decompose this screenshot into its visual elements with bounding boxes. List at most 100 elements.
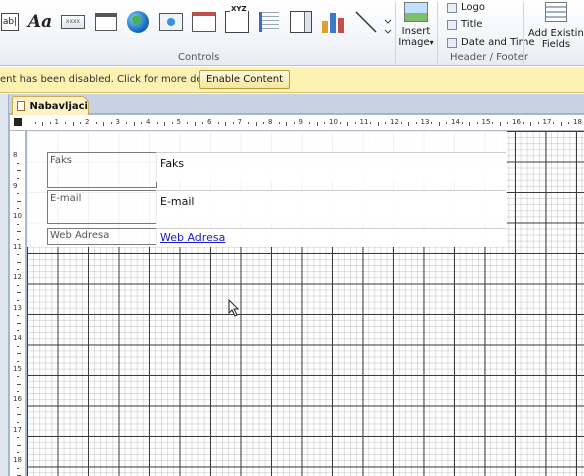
ruler-label: 18 [13, 456, 22, 464]
ruler-tick [17, 452, 19, 454]
title-label: Title [461, 19, 483, 30]
ruler-tick [431, 122, 433, 124]
web-adresa-link[interactable]: Web Adresa [160, 231, 225, 244]
add-existing-label-1: Add Existing [528, 28, 584, 39]
ruler-tick [232, 122, 234, 124]
label-icon: Aa [27, 12, 53, 32]
ruler-tick [17, 353, 21, 355]
ruler-label: 16 [512, 118, 521, 126]
ruler-tick [65, 122, 67, 124]
ruler-label: 13 [420, 118, 430, 126]
ruler-tick [126, 122, 128, 124]
ruler-tick [17, 170, 21, 172]
add-existing-fields-button[interactable]: Add Existing Fields [528, 2, 584, 50]
security-warning-bar: ent has been disabled. Click for more de… [0, 67, 584, 93]
ruler-tick [17, 322, 21, 324]
label-control-button[interactable]: Aa [26, 6, 54, 38]
ruler-label: 1 [54, 118, 59, 126]
navigation-pane-edge[interactable] [0, 94, 9, 476]
title-button[interactable]: Title [447, 19, 482, 30]
ruler-label: 10 [13, 212, 22, 220]
option-group-icon: XYZ [225, 5, 249, 33]
ruler-tick [17, 284, 19, 286]
ruler-label: 4 [146, 118, 151, 126]
textbox-control-button[interactable]: ab| [0, 6, 20, 38]
ruler-tick [309, 122, 311, 124]
horizontal-ruler[interactable]: 1 2 3 4 5 6 7 8 9 10 11 12 13 14 15 16 17 18 [10, 115, 584, 131]
ribbon: ab| Aa xxxx XYZ Controls Insert Image▾ L… [0, 0, 584, 66]
option-group-button[interactable]: XYZ [222, 5, 252, 38]
chart-control-button[interactable] [319, 6, 349, 38]
ruler-tick [17, 292, 21, 294]
logo-button[interactable]: Logo [447, 2, 485, 13]
vertical-ruler[interactable]: 8 9 10 11 12 13 14 15 16 17 18 [10, 131, 26, 476]
document-tab-nabavljaci[interactable]: Nabavljaci [12, 96, 89, 115]
form-selector[interactable] [14, 118, 22, 126]
ruler-tick [17, 406, 19, 408]
ruler-label: 16 [13, 395, 22, 403]
hyperlink-control-button[interactable] [124, 6, 152, 38]
ruler-label: 12 [390, 118, 399, 126]
ruler-tick [17, 376, 19, 378]
chart-icon [322, 11, 346, 33]
dropdown-arrow-icon: ▾ [429, 38, 434, 47]
web-adresa-label[interactable]: Web Adresa [47, 228, 157, 245]
ruler-tick [17, 200, 21, 202]
ruler-tick [49, 122, 51, 124]
ruler-tick [17, 208, 19, 210]
faks-textbox[interactable]: Faks [156, 152, 506, 182]
combo-box-button[interactable] [287, 6, 315, 38]
fields-list-icon [545, 2, 567, 22]
ruler-tick [530, 122, 532, 126]
ruler-tick [17, 238, 19, 240]
ruler-tick [164, 122, 166, 126]
ruler-tick [17, 330, 19, 332]
ruler-label: 11 [13, 242, 22, 251]
group-separator [395, 2, 396, 64]
web-browser-control-button[interactable] [156, 6, 186, 38]
navigation-control-button[interactable] [189, 6, 219, 38]
enable-content-button[interactable]: Enable Content [199, 70, 290, 89]
tab-control-button[interactable] [92, 6, 120, 38]
web-browser-icon [159, 13, 183, 31]
ruler-tick [400, 122, 402, 124]
ruler-label: 6 [207, 118, 212, 126]
ruler-label: 2 [85, 118, 90, 126]
document-tab-label: Nabavljaci [29, 100, 88, 112]
faks-label[interactable]: Faks [47, 152, 157, 188]
page-break-button[interactable] [256, 6, 282, 38]
email-label[interactable]: E-mail [47, 190, 157, 224]
logo-icon [447, 2, 457, 13]
ruler-tick [95, 122, 97, 124]
image-icon [404, 2, 428, 22]
ruler-tick [461, 122, 463, 124]
ruler-tick [171, 122, 173, 124]
insert-image-button[interactable]: Insert Image▾ [398, 2, 434, 50]
ruler-tick [17, 231, 21, 233]
line-control-button[interactable] [352, 6, 380, 38]
date-time-button[interactable]: Date and Time [447, 37, 535, 48]
controls-more-button[interactable] [383, 2, 393, 36]
ruler-tick [17, 391, 19, 393]
ruler-tick [187, 122, 189, 124]
ruler-tick [17, 467, 19, 469]
header-footer-group-label: Header / Footer [450, 52, 528, 63]
ruler-tick [133, 122, 135, 126]
ruler-tick [156, 122, 158, 124]
security-message[interactable]: ent has been disabled. Click for more de… [0, 74, 227, 85]
ruler-tick [248, 122, 250, 124]
email-textbox[interactable]: E-mail [156, 190, 506, 224]
tab-control-icon [95, 13, 117, 31]
ruler-tick [17, 193, 19, 195]
ruler-tick [324, 122, 326, 124]
ruler-tick [17, 421, 19, 423]
calendar-icon [447, 37, 457, 48]
ruler-tick [377, 122, 379, 126]
ruler-tick [354, 122, 356, 124]
button-control-button[interactable]: xxxx [58, 6, 88, 38]
add-existing-label-2: Fields [541, 39, 571, 50]
ruler-tick [34, 122, 36, 124]
ruler-tick [17, 254, 19, 256]
web-adresa-textbox[interactable]: Web Adresa [156, 228, 506, 246]
page-break-icon [259, 12, 279, 32]
